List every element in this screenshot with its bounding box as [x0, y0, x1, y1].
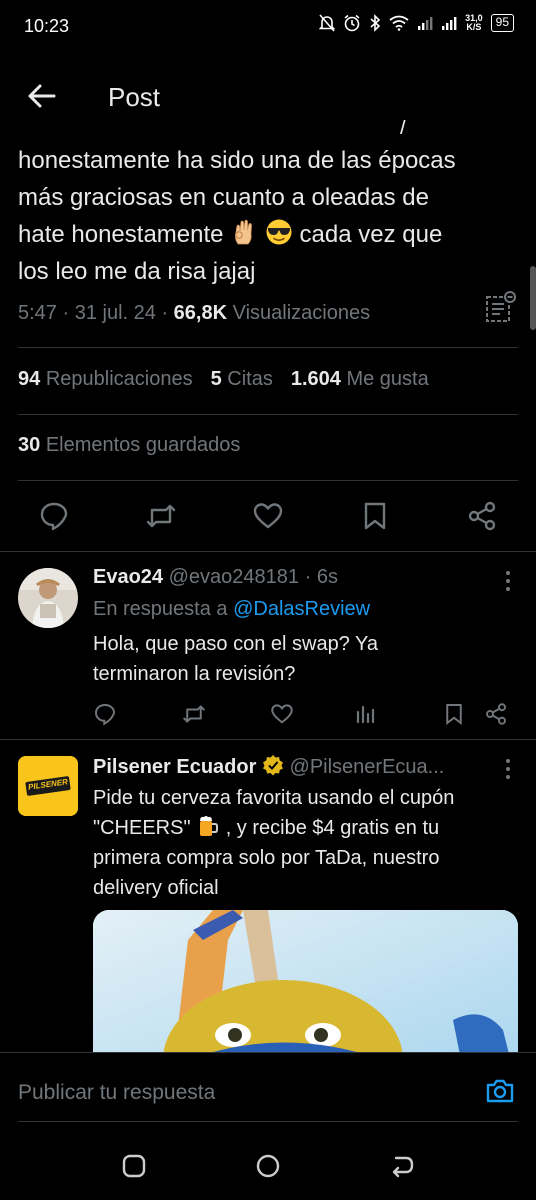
divider — [18, 347, 518, 348]
system-navbar — [0, 1132, 536, 1200]
reposts-stat[interactable]: 94 Republicaciones — [18, 368, 193, 391]
quotes-label: Citas — [227, 368, 273, 390]
recents-icon[interactable] — [120, 1152, 148, 1180]
reply-author-name[interactable]: Evao24 — [93, 566, 163, 588]
reply-composer: Publicar tu respuesta — [0, 1052, 536, 1132]
camera-icon[interactable] — [484, 1075, 516, 1107]
reply-to-label: En respuesta a — [93, 598, 228, 620]
reply-header: Pilsener Ecuador @PilsenerEcua... — [93, 754, 444, 779]
repost-icon[interactable] — [182, 702, 206, 726]
mute-bell-icon — [319, 14, 336, 32]
quotes-count: 5 — [210, 368, 222, 390]
avatar-evao24[interactable] — [18, 568, 78, 628]
sunglasses-emoji-icon — [266, 219, 292, 245]
divider — [18, 414, 518, 415]
back-arrow-icon[interactable] — [26, 80, 58, 112]
reply-context: En respuesta a @DalasReview — [93, 594, 513, 624]
divider — [18, 480, 518, 481]
promo-image[interactable] — [93, 910, 518, 1070]
bookmarks-count: 30 — [18, 434, 41, 456]
analytics-icon[interactable] — [484, 290, 518, 324]
promo-text-line-2b: , y recibe $4 gratis en tu — [225, 817, 440, 839]
home-icon[interactable] — [254, 1152, 282, 1180]
status-bar: 10:23 31,0 K/S 95 — [0, 0, 536, 56]
net-speed: 31,0 K/S — [465, 14, 483, 32]
reply-actions — [0, 702, 536, 732]
reply-text-line-2: terminaron la revisión? — [93, 663, 296, 685]
more-options-icon[interactable] — [504, 570, 512, 592]
tweet-actions — [0, 496, 536, 540]
share-icon[interactable] — [484, 702, 508, 726]
more-options-icon[interactable] — [504, 758, 512, 780]
like-icon[interactable] — [270, 702, 294, 726]
avatar-pilsener[interactable]: PILSENER — [18, 756, 78, 816]
reposts-label: Republicaciones — [45, 368, 193, 390]
tweet-text: honestamente ha sido una de las épocas m… — [18, 142, 518, 290]
quotes-stat[interactable]: 5 Citas — [211, 368, 273, 391]
promo-text-line-4: delivery oficial — [93, 877, 219, 899]
repost-icon[interactable] — [145, 500, 177, 532]
promo-text-line-2: "CHEERS" , y recibe $4 gratis en tu — [93, 813, 513, 843]
tweet-partial-line: / — [400, 120, 407, 134]
bookmark-icon[interactable] — [442, 702, 466, 726]
share-icon[interactable] — [466, 500, 498, 532]
bookmarks-stat[interactable]: 30 Elementos guardados — [18, 434, 240, 457]
bookmarks-label: Elementos guardados — [45, 434, 241, 456]
like-icon[interactable] — [252, 500, 284, 532]
bluetooth-icon — [370, 14, 381, 32]
views-chart-icon[interactable] — [354, 702, 378, 726]
tweet-line-4: los leo me da risa jajaj — [18, 258, 256, 285]
tweet-line-2: más graciosas en cuanto a oleadas de — [18, 184, 429, 211]
reply-icon[interactable] — [38, 500, 70, 532]
likes-stat[interactable]: 1.604 Me gusta — [291, 368, 429, 391]
promo-text-line-2a: "CHEERS" — [93, 817, 191, 839]
reply-input[interactable]: Publicar tu respuesta — [18, 1081, 215, 1105]
header: Post — [0, 60, 536, 136]
bookmark-icon[interactable] — [359, 500, 391, 532]
ok-hand-emoji-icon — [235, 219, 253, 245]
signal-icon — [418, 17, 433, 30]
status-icons: 31,0 K/S 95 — [319, 14, 514, 32]
reply-to-handle[interactable]: @DalasReview — [233, 598, 370, 620]
battery-indicator: 95 — [490, 14, 514, 32]
tweet-meta: 5:47 · 31 jul. 24 · 66,8K Visualizacione… — [18, 302, 371, 324]
reply-text-line-1: Hola, que paso con el swap? Ya — [93, 633, 379, 655]
tweet-date: 31 jul. 24 — [74, 302, 156, 324]
compose-underline — [18, 1121, 518, 1122]
engagement-stats: 94 Republicaciones 5 Citas 1.604 Me gust… — [18, 368, 429, 391]
reply-author-name[interactable]: Pilsener Ecuador — [93, 756, 256, 778]
promo-text-line-3: primera compra solo por TaDa, nuestro — [93, 847, 440, 869]
promo-text-line-1: Pide tu cerveza favorita usando el cupón — [93, 787, 455, 809]
likes-label: Me gusta — [346, 368, 429, 390]
tweet-line-1: honestamente ha sido una de las épocas — [18, 147, 456, 174]
verified-badge-icon — [262, 755, 283, 776]
views-label[interactable]: Visualizaciones — [233, 302, 371, 324]
alarm-icon — [344, 14, 360, 32]
back-icon[interactable] — [388, 1152, 416, 1180]
net-speed-unit: K/S — [466, 22, 482, 32]
scrollbar[interactable] — [530, 266, 536, 330]
reply-icon[interactable] — [93, 702, 117, 726]
reply-author-handle[interactable]: @PilsenerEcua... — [290, 756, 445, 778]
reposts-count: 94 — [18, 368, 41, 390]
beer-mug-emoji-icon — [200, 816, 219, 836]
signal-icon-2 — [442, 17, 457, 30]
wifi-icon — [389, 15, 409, 31]
views-count: 66,8K — [173, 302, 228, 324]
likes-count: 1.604 — [290, 368, 341, 390]
tweet-time: 5:47 — [18, 302, 57, 324]
status-time: 10:23 — [24, 16, 70, 36]
reply-time: 6s — [316, 566, 338, 588]
tweet-line-3a: hate honestamente — [18, 221, 224, 248]
tweet-line-3: hate honestamente cada vez que — [18, 216, 518, 253]
page-title: Post — [108, 82, 161, 112]
tweet-line-3b: cada vez que — [299, 221, 443, 248]
reply-evao24[interactable]: Evao24 @evao248181 · 6s En respuesta a @… — [0, 552, 536, 738]
reply-author-handle[interactable]: @evao248181 — [169, 566, 299, 588]
reply-header: Evao24 @evao248181 · 6s — [93, 566, 338, 588]
